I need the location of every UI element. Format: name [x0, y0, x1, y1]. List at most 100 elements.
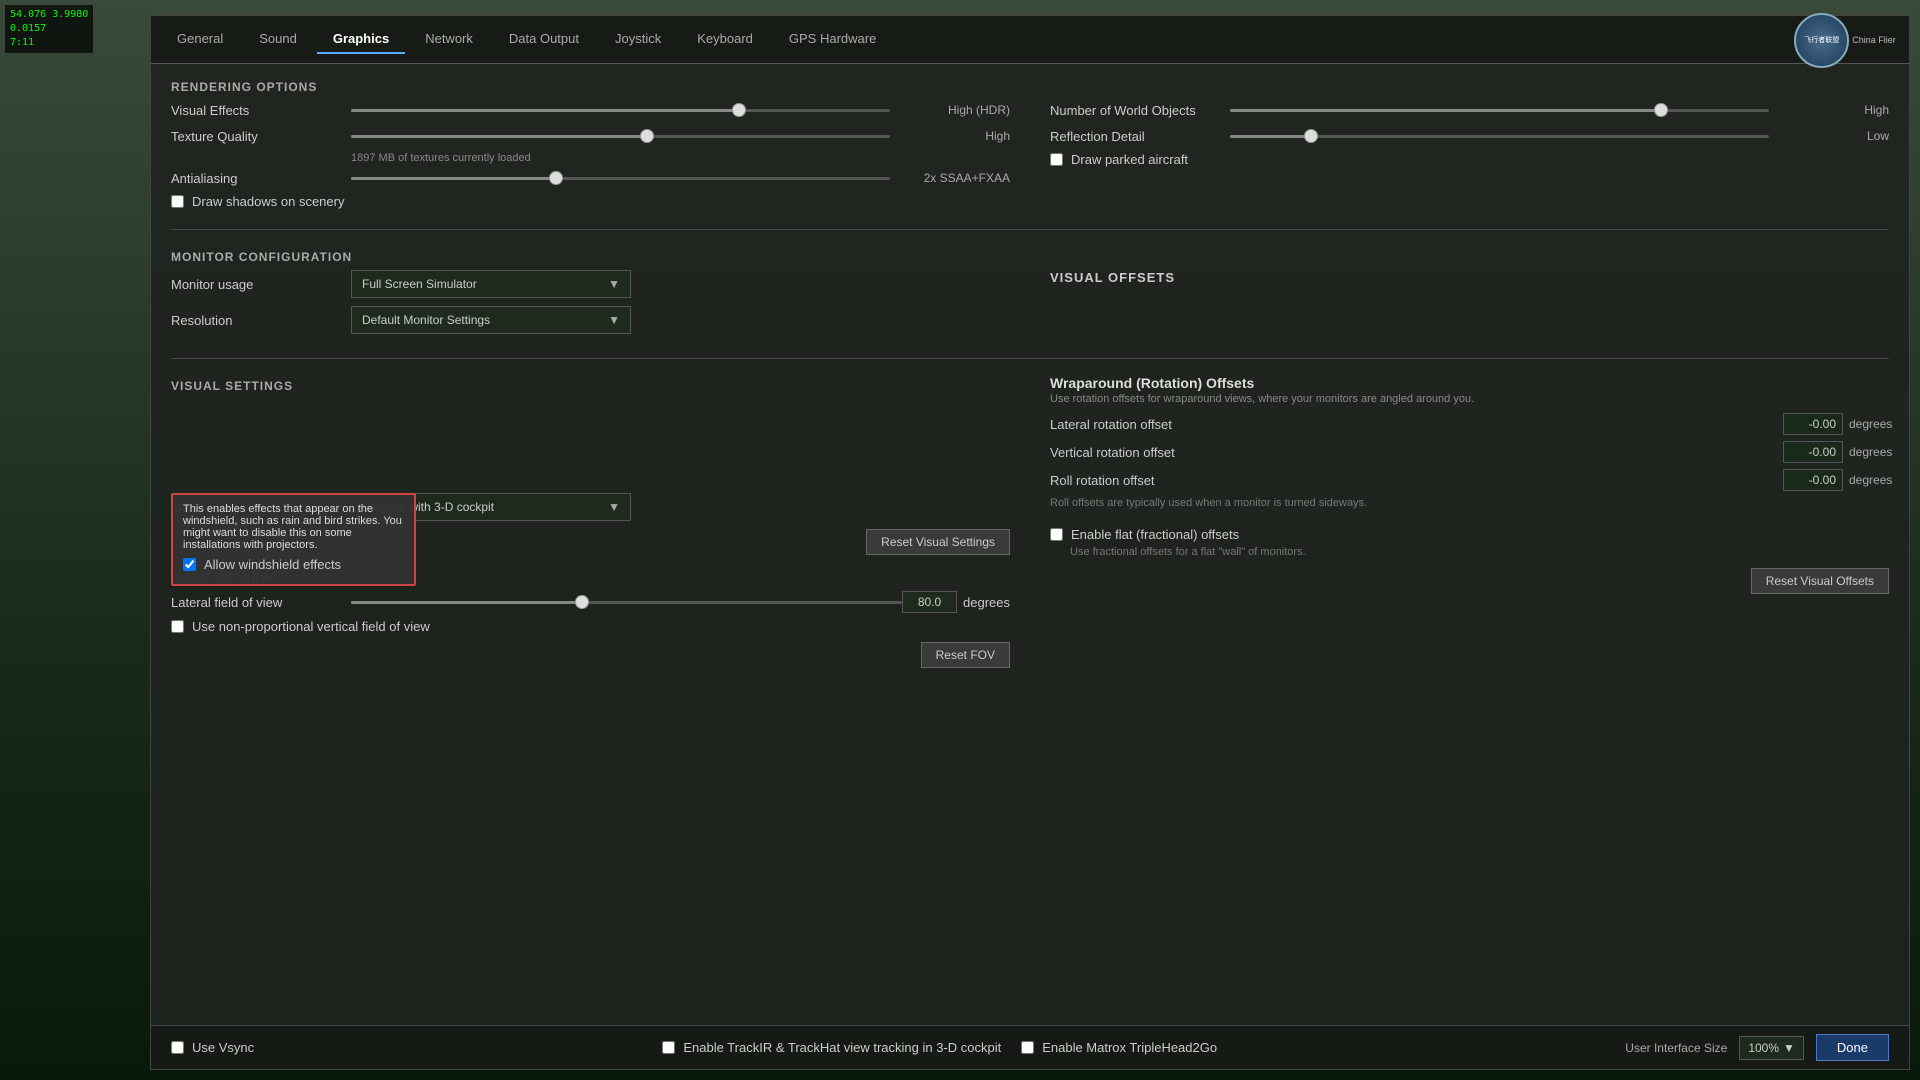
texture-quality-thumb[interactable] [640, 129, 654, 143]
tab-gps-hardware[interactable]: GPS Hardware [773, 25, 892, 54]
tab-graphics[interactable]: Graphics [317, 25, 405, 54]
visual-effects-slider-wrap[interactable] [351, 100, 890, 120]
draw-shadows-row: Draw shadows on scenery [171, 194, 1010, 209]
draw-shadows-checkbox[interactable] [171, 195, 184, 208]
lateral-rotation-label: Lateral rotation offset [1050, 417, 1783, 432]
reflection-detail-slider-wrap[interactable] [1230, 126, 1769, 146]
world-objects-thumb[interactable] [1654, 103, 1668, 117]
monitor-left: Monitor usage Full Screen Simulator ▼ Re… [171, 270, 1010, 342]
stat-line2: 0.0157 [10, 22, 88, 36]
tab-data-output[interactable]: Data Output [493, 25, 595, 54]
wraparound-title: Wraparound (Rotation) Offsets [1050, 375, 1889, 391]
matrox-row: Enable Matrox TripleHead2Go [1021, 1040, 1217, 1055]
draw-shadows-label[interactable]: Draw shadows on scenery [192, 194, 344, 209]
world-objects-row: Number of World Objects High [1050, 100, 1889, 120]
wraparound-desc: Use rotation offsets for wraparound view… [1050, 393, 1889, 405]
trackir-label[interactable]: Enable TrackIR & TrackHat view tracking … [683, 1040, 1001, 1055]
tab-joystick[interactable]: Joystick [599, 25, 677, 54]
roll-rotation-label: Roll rotation offset [1050, 473, 1783, 488]
roll-rotation-row: Roll rotation offset degrees [1050, 469, 1889, 491]
vs-vo-grid: VISUAL SETTINGS This enables effects tha… [171, 375, 1889, 668]
reflection-detail-row: Reflection Detail Low [1050, 126, 1889, 146]
vsync-label[interactable]: Use Vsync [192, 1040, 254, 1055]
draw-parked-label[interactable]: Draw parked aircraft [1071, 152, 1188, 167]
monitor-right: VISUAL OFFSETS [1050, 270, 1889, 342]
antialiasing-row: Antialiasing 2x SSAA+FXAA [171, 168, 1010, 188]
windshield-label[interactable]: Allow windshield effects [204, 557, 341, 572]
lateral-fov-input[interactable] [902, 591, 957, 613]
tab-general[interactable]: General [161, 25, 239, 54]
lateral-fov-fill [351, 601, 582, 604]
vertical-rotation-input[interactable] [1783, 441, 1843, 463]
lateral-fov-slider-wrap[interactable] [351, 592, 902, 612]
windshield-checkbox[interactable] [183, 558, 196, 571]
texture-quality-track [351, 135, 890, 138]
texture-quality-fill [351, 135, 647, 138]
reset-visual-settings-button[interactable]: Reset Visual Settings [866, 529, 1010, 555]
monitor-usage-select[interactable]: Full Screen Simulator ▼ [351, 270, 631, 298]
fractional-checkbox[interactable] [1050, 528, 1063, 541]
antialiasing-fill [351, 177, 556, 180]
reset-fov-button[interactable]: Reset FOV [921, 642, 1010, 668]
bottom-bar-left: Use Vsync [171, 1036, 254, 1059]
ui-size-select[interactable]: 100% ▼ [1739, 1036, 1804, 1060]
world-objects-value: High [1769, 103, 1889, 117]
monitor-section: MONITOR CONFIGURATION Monitor usage Full… [171, 246, 1889, 342]
stat-line3: 7:11 [10, 36, 88, 50]
texture-quality-label: Texture Quality [171, 129, 351, 144]
vertical-rotation-unit: degrees [1849, 445, 1889, 459]
trackir-checkbox[interactable] [662, 1041, 675, 1054]
lateral-fov-row: Lateral field of view degrees [171, 591, 1010, 613]
world-objects-label: Number of World Objects [1050, 103, 1230, 118]
roll-rotation-input[interactable] [1783, 469, 1843, 491]
fov-value-wrap: degrees [902, 591, 1010, 613]
visual-effects-thumb[interactable] [732, 103, 746, 117]
visual-effects-fill [351, 109, 739, 112]
lateral-fov-label: Lateral field of view [171, 595, 351, 610]
divider-1 [171, 229, 1889, 230]
antialiasing-thumb[interactable] [549, 171, 563, 185]
resolution-select[interactable]: Default Monitor Settings ▼ [351, 306, 631, 334]
draw-parked-checkbox[interactable] [1050, 153, 1063, 166]
vertical-rotation-label: Vertical rotation offset [1050, 445, 1783, 460]
vsync-checkbox[interactable] [171, 1041, 184, 1054]
non-proportional-checkbox[interactable] [171, 620, 184, 633]
world-objects-slider-wrap[interactable] [1230, 100, 1769, 120]
monitor-usage-value: Full Screen Simulator [362, 277, 477, 291]
monitor-title: MONITOR CONFIGURATION [171, 250, 1889, 264]
lateral-rotation-input[interactable] [1783, 413, 1843, 435]
roll-section: Roll rotation offset degrees Roll offset… [1050, 469, 1889, 509]
done-button[interactable]: Done [1816, 1034, 1889, 1061]
windshield-checkbox-row: Allow windshield effects [183, 557, 404, 572]
non-proportional-label[interactable]: Use non-proportional vertical field of v… [192, 619, 430, 634]
reflection-detail-thumb[interactable] [1304, 129, 1318, 143]
tab-sound[interactable]: Sound [243, 25, 313, 54]
matrox-checkbox[interactable] [1021, 1041, 1034, 1054]
reset-visual-offsets-button[interactable]: Reset Visual Offsets [1751, 568, 1889, 594]
antialiasing-value: 2x SSAA+FXAA [890, 171, 1010, 185]
trackir-row: Enable TrackIR & TrackHat view tracking … [662, 1040, 1001, 1055]
reflection-detail-value: Low [1769, 129, 1889, 143]
monitor-grid: Monitor usage Full Screen Simulator ▼ Re… [171, 270, 1889, 342]
resolution-label: Resolution [171, 313, 351, 328]
logo-area: 飞行者联盟 China Flier [1785, 10, 1905, 70]
tab-network[interactable]: Network [409, 25, 489, 54]
lateral-fov-thumb[interactable] [575, 595, 589, 609]
rendering-right: Number of World Objects High Reflection … [1050, 100, 1889, 213]
rendering-left: Visual Effects High (HDR) Texture Qualit… [171, 100, 1010, 213]
texture-quality-slider-wrap[interactable] [351, 126, 890, 146]
visual-offsets-title: VISUAL OFFSETS [1050, 270, 1889, 285]
world-objects-fill [1230, 109, 1661, 112]
tab-keyboard[interactable]: Keyboard [681, 25, 769, 54]
rendering-section: RENDERING OPTIONS Visual Effects High [171, 76, 1889, 213]
matrox-label[interactable]: Enable Matrox TripleHead2Go [1042, 1040, 1217, 1055]
reflection-detail-track [1230, 135, 1769, 138]
tooltip-text: This enables effects that appear on the … [183, 503, 404, 551]
ui-size-label: User Interface Size [1625, 1041, 1727, 1055]
antialiasing-slider-wrap[interactable] [351, 168, 890, 188]
rendering-title: RENDERING OPTIONS [171, 80, 1889, 94]
draw-parked-row: Draw parked aircraft [1050, 152, 1889, 167]
fractional-label[interactable]: Enable flat (fractional) offsets [1071, 527, 1239, 542]
visual-settings-area: This enables effects that appear on the … [171, 493, 1010, 555]
ui-size-arrow: ▼ [1783, 1041, 1795, 1055]
